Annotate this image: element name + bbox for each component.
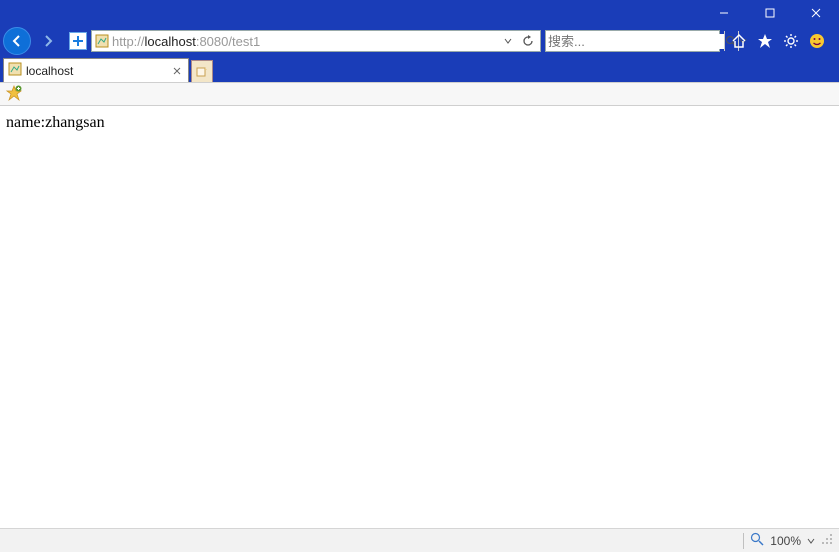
url-suffix: :8080/test1 <box>196 34 260 49</box>
favorites-bar <box>0 82 839 106</box>
tab-active[interactable]: localhost <box>3 58 189 82</box>
toolbar-right-icons <box>720 32 836 50</box>
window-maximize-button[interactable] <box>747 0 793 26</box>
address-dropdown-button[interactable] <box>498 31 518 51</box>
page-body-text: name:zhangsan <box>6 114 105 131</box>
feedback-smile-icon[interactable] <box>808 32 826 50</box>
favorites-star-icon[interactable] <box>756 32 774 50</box>
address-url: http://localhost:8080/test1 <box>112 34 498 49</box>
page-favicon-icon <box>94 33 110 49</box>
navigation-bar: http://localhost:8080/test1 <box>0 26 839 56</box>
refresh-button[interactable] <box>518 31 538 51</box>
url-prefix: http:// <box>112 34 145 49</box>
home-icon[interactable] <box>730 32 748 50</box>
statusbar-separator <box>743 533 744 549</box>
window-close-button[interactable] <box>793 0 839 26</box>
search-bar[interactable] <box>545 30 720 52</box>
page-content: name:zhangsan <box>0 106 839 524</box>
tools-gear-icon[interactable] <box>782 32 800 50</box>
tab-favicon-icon <box>8 62 22 79</box>
search-input[interactable] <box>548 34 724 49</box>
zoom-icon[interactable] <box>750 532 764 549</box>
zoom-dropdown-button[interactable] <box>807 534 815 548</box>
back-button[interactable] <box>3 27 31 55</box>
url-host: localhost <box>145 34 196 49</box>
tab-bar: localhost <box>0 56 839 82</box>
forward-button[interactable] <box>35 28 61 54</box>
zoom-level: 100% <box>770 534 801 548</box>
new-tab-button[interactable] <box>191 60 213 82</box>
tab-title: localhost <box>26 64 166 78</box>
tab-close-button[interactable] <box>170 64 184 78</box>
status-bar: 100% <box>0 528 839 552</box>
window-minimize-button[interactable] <box>701 0 747 26</box>
add-favorite-icon[interactable] <box>6 85 22 104</box>
window-titlebar <box>0 0 839 26</box>
address-bar[interactable]: http://localhost:8080/test1 <box>91 30 541 52</box>
compat-view-icon[interactable] <box>69 32 87 50</box>
resize-grip-icon[interactable] <box>821 533 833 548</box>
